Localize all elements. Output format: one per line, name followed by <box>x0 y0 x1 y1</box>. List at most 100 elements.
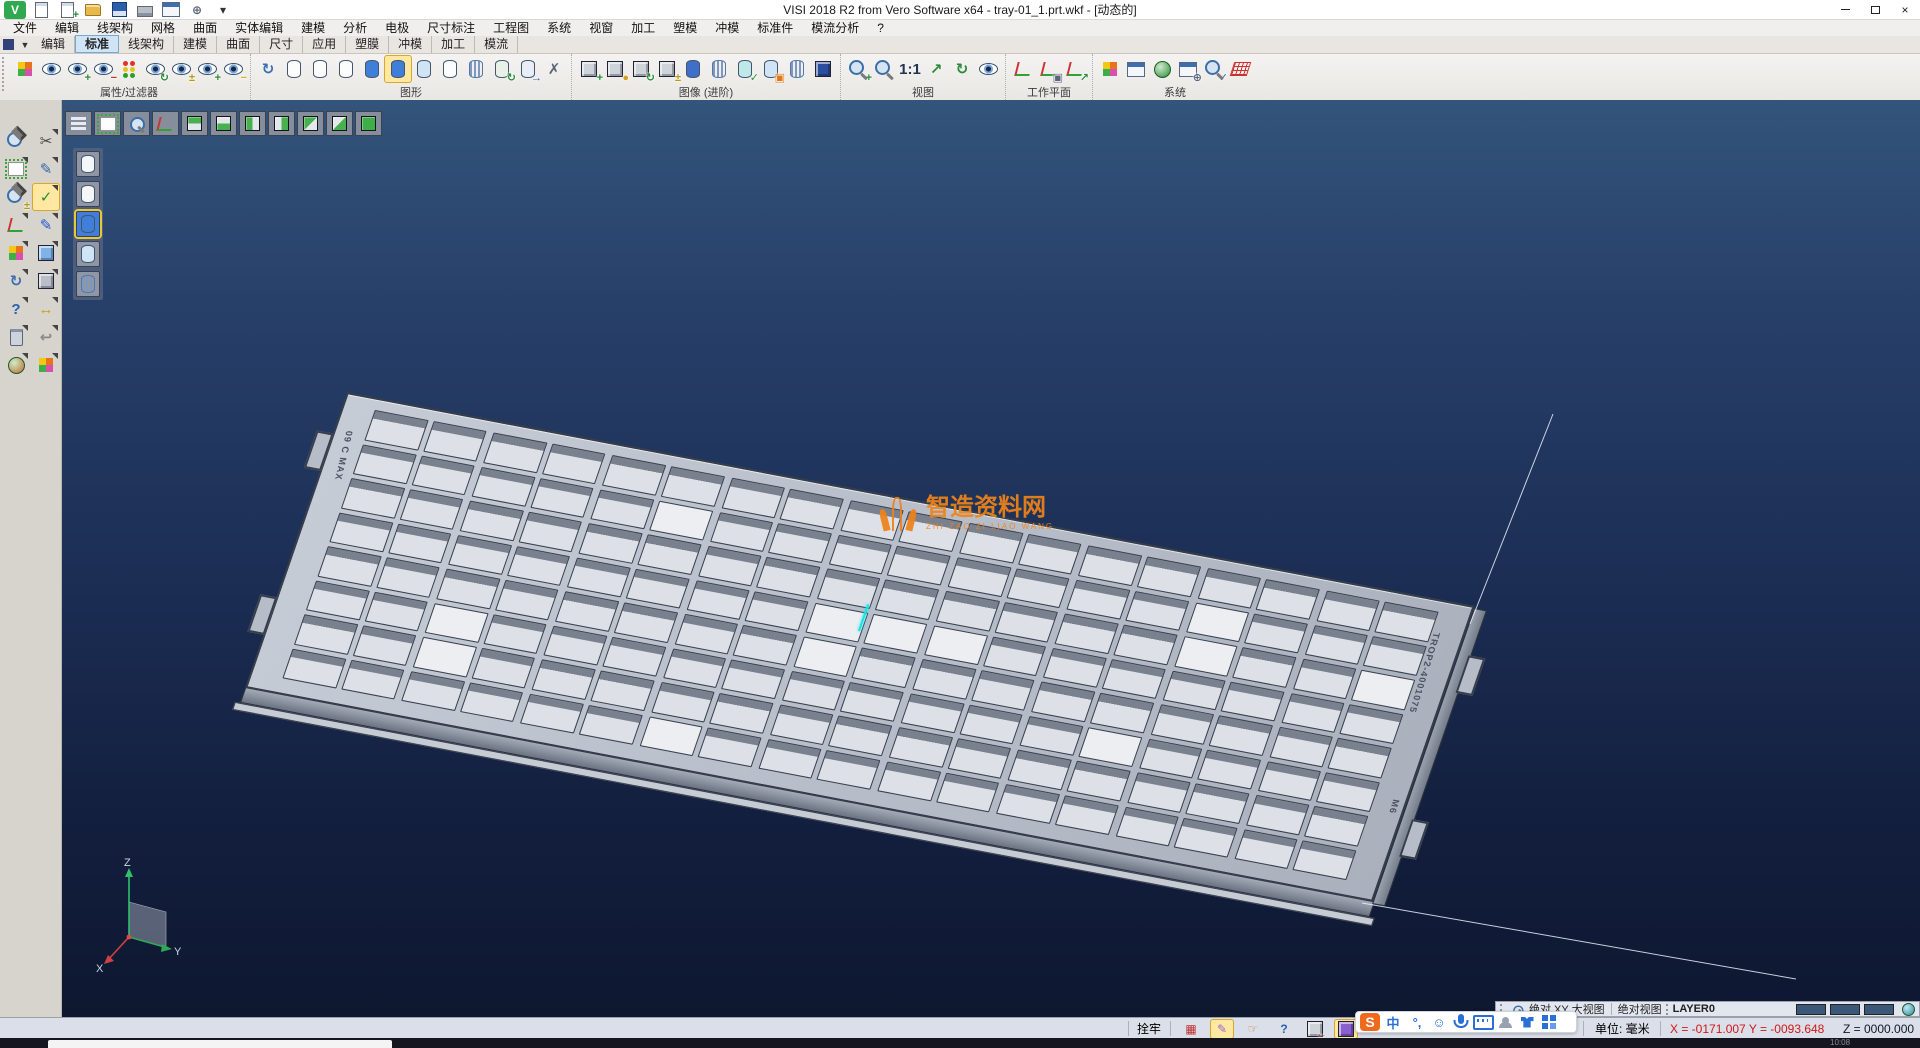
validate-icon[interactable]: ✓ <box>33 184 59 210</box>
sketch-pencil-icon[interactable]: ✎ <box>33 156 59 182</box>
menu-标准件[interactable]: 标准件 <box>748 20 802 36</box>
view-left-cube-button[interactable] <box>297 111 324 136</box>
settings-icon[interactable]: ⊕ <box>186 1 208 19</box>
taskbar-window-preview[interactable] <box>48 1040 392 1048</box>
delete-icon[interactable] <box>3 324 29 350</box>
menu-线架构[interactable]: 线架构 <box>88 20 142 36</box>
grid-settings-icon[interactable] <box>1227 56 1253 82</box>
shade-transparent-icon[interactable] <box>76 241 100 267</box>
save-icon[interactable] <box>108 1 130 19</box>
active-layer-button[interactable]: LAYER0 <box>1673 1003 1715 1015</box>
tab-模流[interactable]: 模流 <box>475 36 518 53</box>
curve-edit-icon[interactable]: ✎ <box>33 212 59 238</box>
rotate-view-icon[interactable]: ↻ <box>949 56 975 82</box>
view-orientation-icon[interactable] <box>3 212 29 238</box>
view-iso-cube-button[interactable] <box>355 111 382 136</box>
menu-编辑[interactable]: 编辑 <box>46 20 88 36</box>
view-zoom-icon[interactable] <box>3 128 29 154</box>
view-shade-icon[interactable] <box>975 56 1001 82</box>
triad-view-button[interactable] <box>152 111 179 136</box>
tab-建模[interactable]: 建模 <box>174 36 217 53</box>
ime-language-icon[interactable]: 中 <box>1382 1012 1404 1032</box>
attributes-books-icon[interactable] <box>3 240 29 266</box>
cam-navigator-icon[interactable] <box>3 352 29 378</box>
view-front-cube-button[interactable] <box>239 111 266 136</box>
ime-emoji-icon[interactable]: ☺ <box>1428 1012 1450 1032</box>
display-mode-outline-icon[interactable] <box>437 56 463 82</box>
tab-尺寸[interactable]: 尺寸 <box>260 36 303 53</box>
attributes-painter-icon[interactable] <box>12 56 38 82</box>
shade-mesh-icon[interactable] <box>76 271 100 297</box>
measure-icon[interactable]: ↗ <box>923 56 949 82</box>
refresh-render-icon[interactable]: ↻ <box>628 56 654 82</box>
layer-swatch[interactable] <box>1830 1004 1860 1015</box>
ime-keyboard-icon[interactable] <box>1472 1012 1494 1032</box>
menu-建模[interactable]: 建模 <box>292 20 334 36</box>
pick-hand-icon[interactable]: ☞ <box>1242 1020 1264 1038</box>
new-file-icon[interactable] <box>30 1 52 19</box>
tab-编辑[interactable]: 编辑 <box>32 36 75 53</box>
solid-tag-icon[interactable]: ▣ <box>758 56 784 82</box>
minimize-button[interactable] <box>1830 0 1860 19</box>
ribbon-grip[interactable] <box>2 57 6 91</box>
tab-标准[interactable]: 标准 <box>75 35 119 53</box>
solid-wire-icon[interactable] <box>784 56 810 82</box>
element-visibility-icon[interactable] <box>38 56 64 82</box>
menu-电极[interactable]: 电极 <box>376 20 418 36</box>
hide-elements-icon[interactable]: − <box>90 56 116 82</box>
workplane-face-icon[interactable]: ▣ <box>1036 56 1062 82</box>
shade-wire-icon[interactable] <box>76 151 100 177</box>
zoom-view-icon[interactable] <box>126 113 148 135</box>
zoom-window-icon[interactable] <box>871 56 897 82</box>
layers-list-button[interactable] <box>65 111 92 136</box>
zoom-inout-icon[interactable]: ± <box>3 184 29 210</box>
magic-wand-icon[interactable]: ✎ <box>1211 1020 1233 1038</box>
graphics-tools-icon[interactable]: ✗ <box>541 56 567 82</box>
snap-grid-icon[interactable]: ▦ <box>1180 1020 1202 1038</box>
menu-加工[interactable]: 加工 <box>622 20 664 36</box>
tab-塑膜[interactable]: 塑膜 <box>346 36 389 53</box>
solid-icon[interactable] <box>33 268 59 294</box>
selection-filter-icon[interactable]: ✓ <box>1201 56 1227 82</box>
dynamic-cube-icon[interactable] <box>1335 1020 1357 1038</box>
workplane-move-icon[interactable]: ↗ <box>1062 56 1088 82</box>
context-help-icon[interactable]: ? <box>1273 1020 1295 1038</box>
system-settings-globe-icon[interactable] <box>1149 56 1175 82</box>
view-bottom-cube-button[interactable] <box>210 111 237 136</box>
palette-tray-icon[interactable] <box>33 352 59 378</box>
display-mode-wire-icon[interactable] <box>281 56 307 82</box>
refresh-graphics-icon[interactable]: ↻ <box>255 56 281 82</box>
ime-mic-icon[interactable] <box>1450 1012 1472 1032</box>
shade-hidden-icon[interactable] <box>76 181 100 207</box>
globe-status-icon[interactable] <box>1902 1003 1915 1016</box>
view-top-cube-button[interactable] <box>181 111 208 136</box>
display-mode-shaded-icon[interactable] <box>359 56 385 82</box>
layer-swatch[interactable] <box>1796 1004 1826 1015</box>
menu-工程图[interactable]: 工程图 <box>484 20 538 36</box>
tab-dropdown-icon[interactable]: ▼ <box>18 40 32 50</box>
undo-icon[interactable]: ↩ <box>33 324 59 350</box>
window-layout-icon[interactable] <box>160 1 182 19</box>
menu-曲面[interactable]: 曲面 <box>184 20 226 36</box>
tab-应用[interactable]: 应用 <box>303 36 346 53</box>
menu-?[interactable]: ? <box>868 20 893 36</box>
shade-solid-icon[interactable] <box>76 211 100 237</box>
tray-model[interactable]: 09 C MAX TROP2-4001075 M6 <box>245 392 1475 902</box>
close-button[interactable]: × <box>1890 0 1920 19</box>
more-dropdown-icon[interactable]: ▾ <box>212 1 234 19</box>
ime-toolbox-icon[interactable] <box>1538 1012 1560 1032</box>
maximize-button[interactable] <box>1860 0 1890 19</box>
show-elements-icon[interactable]: + <box>64 56 90 82</box>
hide-all-icon[interactable]: − <box>220 56 246 82</box>
display-mode-mesh-icon[interactable] <box>463 56 489 82</box>
display-mode-dashed-icon[interactable] <box>333 56 359 82</box>
menu-文件[interactable]: 文件 <box>4 20 46 36</box>
scale-1-1-icon[interactable]: 1:1 <box>897 56 923 82</box>
menu-实体编辑[interactable]: 实体编辑 <box>226 20 292 36</box>
display-mode-transparent-icon[interactable] <box>411 56 437 82</box>
print-icon[interactable] <box>134 1 156 19</box>
dimension-icon[interactable]: ↔ <box>33 296 59 322</box>
open-folder-icon[interactable] <box>82 1 104 19</box>
display-mode-shaded-edges-icon[interactable] <box>385 56 411 82</box>
show-all-icon[interactable]: + <box>194 56 220 82</box>
